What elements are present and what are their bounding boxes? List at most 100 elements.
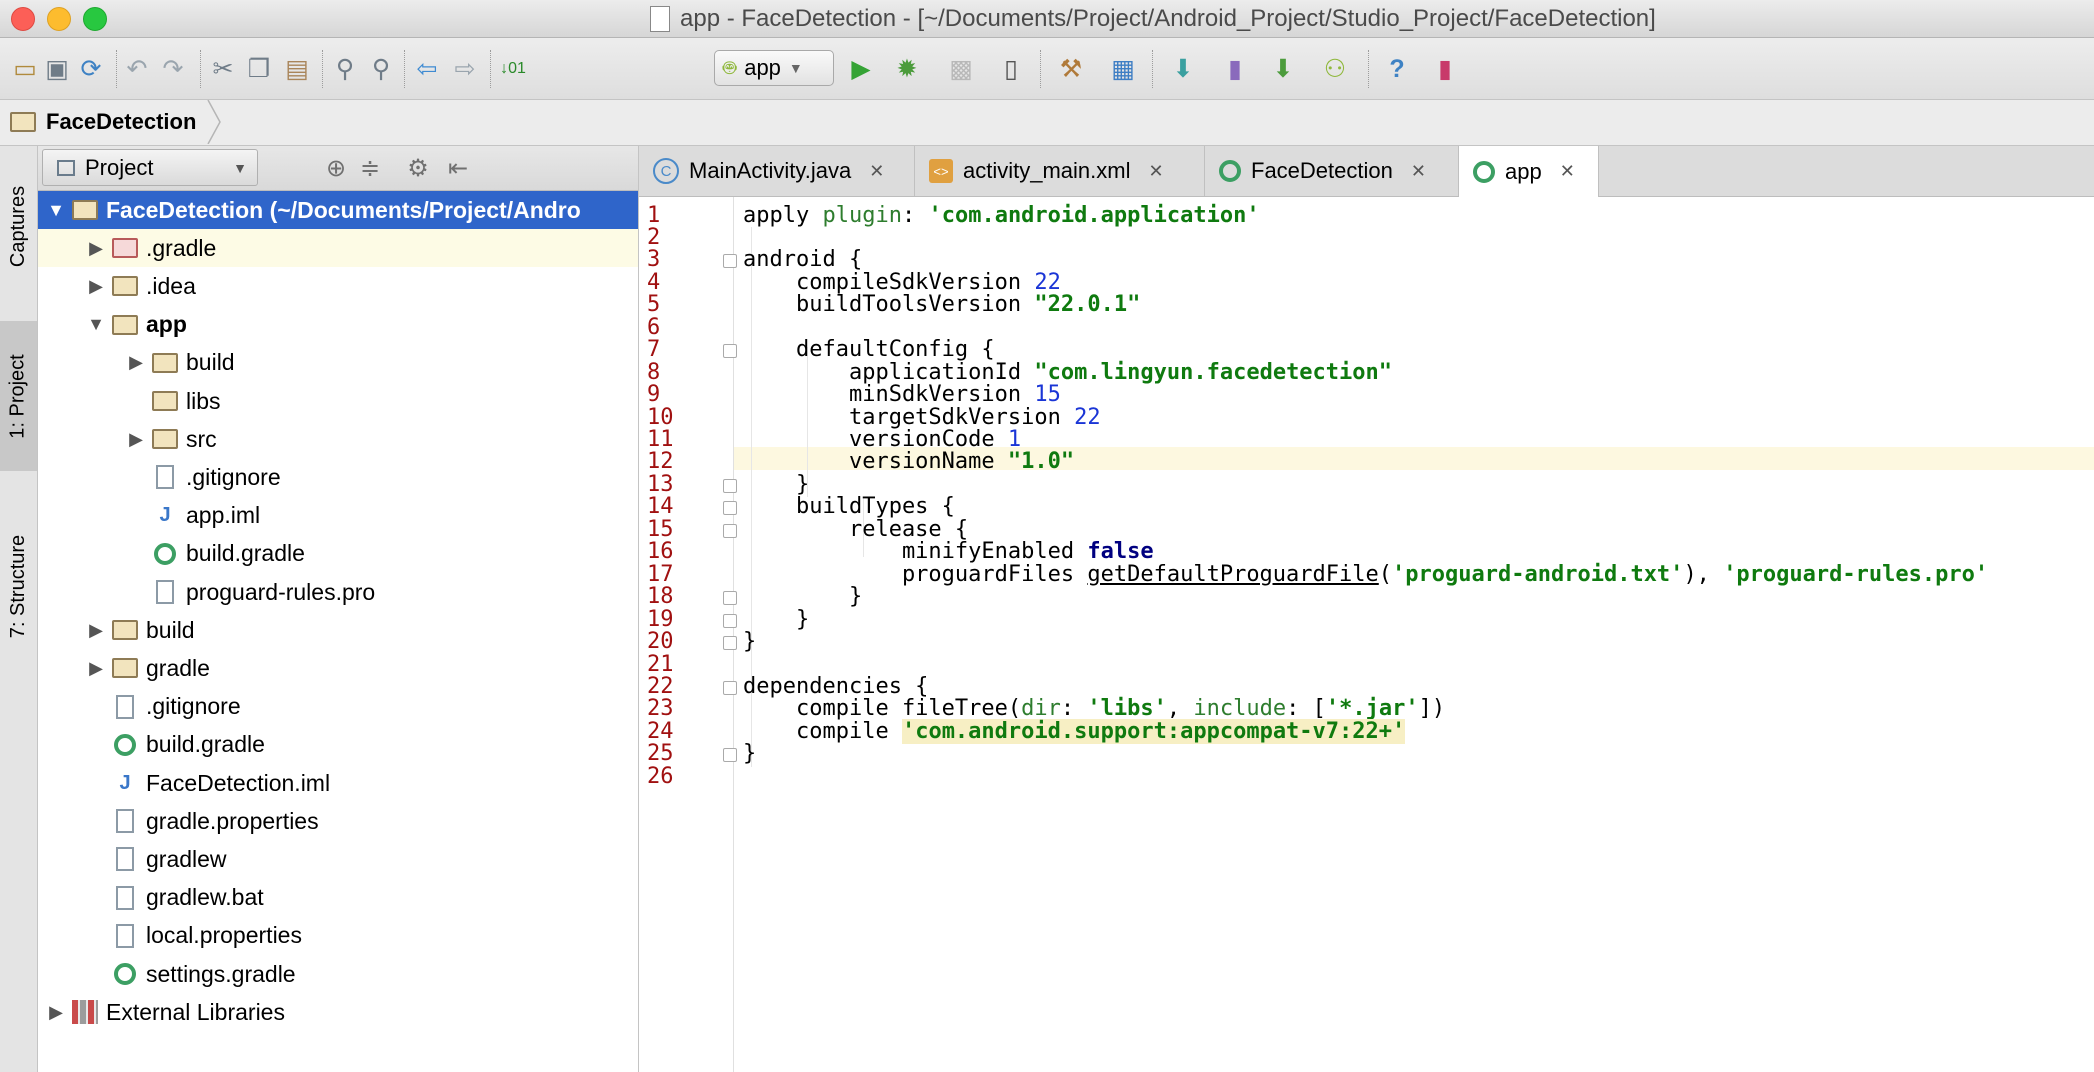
fold-marker-icon[interactable]: [723, 636, 737, 651]
window-title: app - FaceDetection - [~/Documents/Proje…: [680, 5, 1656, 32]
tree-item[interactable]: proguard-rules.pro: [38, 573, 638, 611]
tree-item[interactable]: Japp.iml: [38, 497, 638, 535]
sdk-download-icon[interactable]: ⬇: [1266, 52, 1300, 86]
forward-icon[interactable]: ⇨: [448, 52, 482, 86]
collapsed-arrow-icon[interactable]: ▶: [122, 352, 150, 373]
project-structure-icon[interactable]: ⚒: [1054, 52, 1088, 86]
collapse-all-icon[interactable]: ≑: [354, 152, 386, 184]
tree-item[interactable]: ▼ FaceDetection (~/Documents/Project/Andr…: [38, 191, 638, 229]
back-icon[interactable]: ⇦: [410, 52, 444, 86]
close-window-button[interactable]: [11, 7, 35, 31]
copy-icon[interactable]: ❐: [242, 52, 276, 86]
tree-item[interactable]: .gitignore: [38, 458, 638, 496]
fold-marker-icon[interactable]: [723, 523, 737, 538]
toolbar-separator: [1152, 50, 1154, 88]
find-icon[interactable]: ⚲: [328, 52, 362, 86]
debug-icon[interactable]: ✹: [890, 52, 924, 86]
sdk-manager-icon[interactable]: ▦: [1106, 52, 1140, 86]
collapsed-arrow-icon[interactable]: ▶: [82, 658, 110, 679]
make-project-icon[interactable]: ↓01: [496, 52, 530, 86]
tree-item[interactable]: libs: [38, 382, 638, 420]
tree-item[interactable]: ▶ build: [38, 344, 638, 382]
tree-item[interactable]: ▶ build: [38, 611, 638, 649]
gradle-icon: [110, 959, 140, 989]
tree-item-label: .gitignore: [186, 463, 281, 490]
close-tab-icon[interactable]: ✕: [1148, 161, 1163, 182]
fold-marker-icon[interactable]: [723, 344, 737, 359]
tree-item[interactable]: .gitignore: [38, 688, 638, 726]
android-device-monitor-icon[interactable]: ▮: [1428, 52, 1462, 86]
breadcrumb[interactable]: FaceDetection: [10, 106, 196, 138]
tab-facedetection-gradle[interactable]: FaceDetection ✕: [1205, 146, 1459, 196]
android-sdk-icon[interactable]: ⚇: [1318, 52, 1352, 86]
close-tab-icon[interactable]: ✕: [1411, 161, 1426, 182]
structure-tool-tab[interactable]: 7: Structure: [0, 506, 37, 666]
gradle-sync-icon[interactable]: ⬇: [1166, 52, 1200, 86]
expanded-arrow-icon[interactable]: ▼: [42, 200, 70, 221]
gradle-icon: [150, 539, 180, 569]
help-icon[interactable]: ?: [1380, 52, 1414, 86]
tree-item[interactable]: J FaceDetection.iml: [38, 764, 638, 802]
tree-item-label: build.gradle: [146, 731, 265, 758]
project-tool-tab[interactable]: 1: Project: [0, 321, 37, 471]
fold-marker-icon[interactable]: [723, 501, 737, 516]
gear-icon[interactable]: ⚙: [402, 152, 434, 184]
tree-item[interactable]: ▶ .gradle: [38, 229, 638, 268]
fold-marker-icon[interactable]: [723, 748, 737, 763]
tree-item[interactable]: build.gradle: [38, 535, 638, 573]
fold-marker-icon[interactable]: [723, 591, 737, 606]
tab-mainactivity-java[interactable]: C MainActivity.java ✕: [639, 146, 915, 196]
tree-item[interactable]: settings.gradle: [38, 955, 638, 993]
fold-marker-icon[interactable]: [723, 478, 737, 493]
paste-icon[interactable]: ▤: [280, 52, 314, 86]
close-tab-icon[interactable]: ✕: [869, 161, 884, 182]
device-monitor-icon[interactable]: ▯: [994, 52, 1028, 86]
cut-icon[interactable]: ✂: [206, 52, 240, 86]
tree-item[interactable]: ▶ gradle: [38, 649, 638, 687]
tree-item[interactable]: local.properties: [38, 917, 638, 955]
toolbar-separator: [1368, 50, 1370, 88]
tree-item[interactable]: gradlew.bat: [38, 879, 638, 917]
fold-marker-icon[interactable]: [723, 254, 737, 269]
attach-debugger-icon[interactable]: ▩: [944, 52, 978, 86]
hide-panel-icon[interactable]: ⇤: [442, 152, 474, 184]
tab-app-gradle[interactable]: app ✕: [1459, 146, 1599, 197]
tree-item[interactable]: gradle.properties: [38, 802, 638, 840]
replace-icon[interactable]: ⚲: [364, 52, 398, 86]
collapsed-arrow-icon[interactable]: ▶: [42, 1002, 70, 1023]
save-icon[interactable]: ▣: [40, 52, 74, 86]
tree-item[interactable]: build.gradle: [38, 726, 638, 764]
tree-item-label: proguard-rules.pro: [186, 578, 376, 605]
avd-manager-icon[interactable]: ▮: [1218, 52, 1252, 86]
zoom-window-button[interactable]: [83, 7, 107, 31]
scroll-from-source-icon[interactable]: ⊕: [320, 152, 352, 184]
close-tab-icon[interactable]: ✕: [1560, 161, 1575, 182]
tree-item[interactable]: ▼ app: [38, 306, 638, 344]
sync-icon[interactable]: ⟳: [74, 52, 108, 86]
expanded-arrow-icon[interactable]: ▼: [82, 314, 110, 335]
tree-item-label: gradle.properties: [146, 807, 319, 834]
collapsed-arrow-icon[interactable]: ▶: [82, 238, 110, 259]
fold-marker-icon[interactable]: [723, 613, 737, 628]
tree-item[interactable]: ▶ External Libraries: [38, 993, 638, 1031]
collapsed-arrow-icon[interactable]: ▶: [82, 620, 110, 641]
open-folder-icon[interactable]: ▭: [8, 52, 42, 86]
undo-icon[interactable]: ↶: [120, 52, 154, 86]
captures-tab[interactable]: Captures: [0, 156, 37, 296]
code-editor[interactable]: 1 apply plugin: 'com.android.application'…: [639, 197, 2094, 1072]
tree-item[interactable]: ▶ .idea: [38, 267, 638, 305]
run-config-select[interactable]: 🤖︎ app ▼: [714, 50, 834, 86]
project-view-select[interactable]: Project ▼: [42, 149, 258, 186]
folder-icon: [150, 348, 180, 378]
fold-marker-icon[interactable]: [723, 680, 737, 695]
collapsed-arrow-icon[interactable]: ▶: [122, 429, 150, 450]
code-line[interactable]: [743, 762, 2083, 792]
tree-item[interactable]: gradlew: [38, 840, 638, 878]
minimize-window-button[interactable]: [47, 7, 71, 31]
tree-item[interactable]: ▶ src: [38, 420, 638, 458]
tab-activity-main-xml[interactable]: <> activity_main.xml ✕: [915, 146, 1205, 196]
redo-icon[interactable]: ↷: [156, 52, 190, 86]
run-icon[interactable]: ▶: [844, 52, 878, 86]
xml-file-icon: <>: [929, 159, 953, 183]
collapsed-arrow-icon[interactable]: ▶: [82, 276, 110, 297]
